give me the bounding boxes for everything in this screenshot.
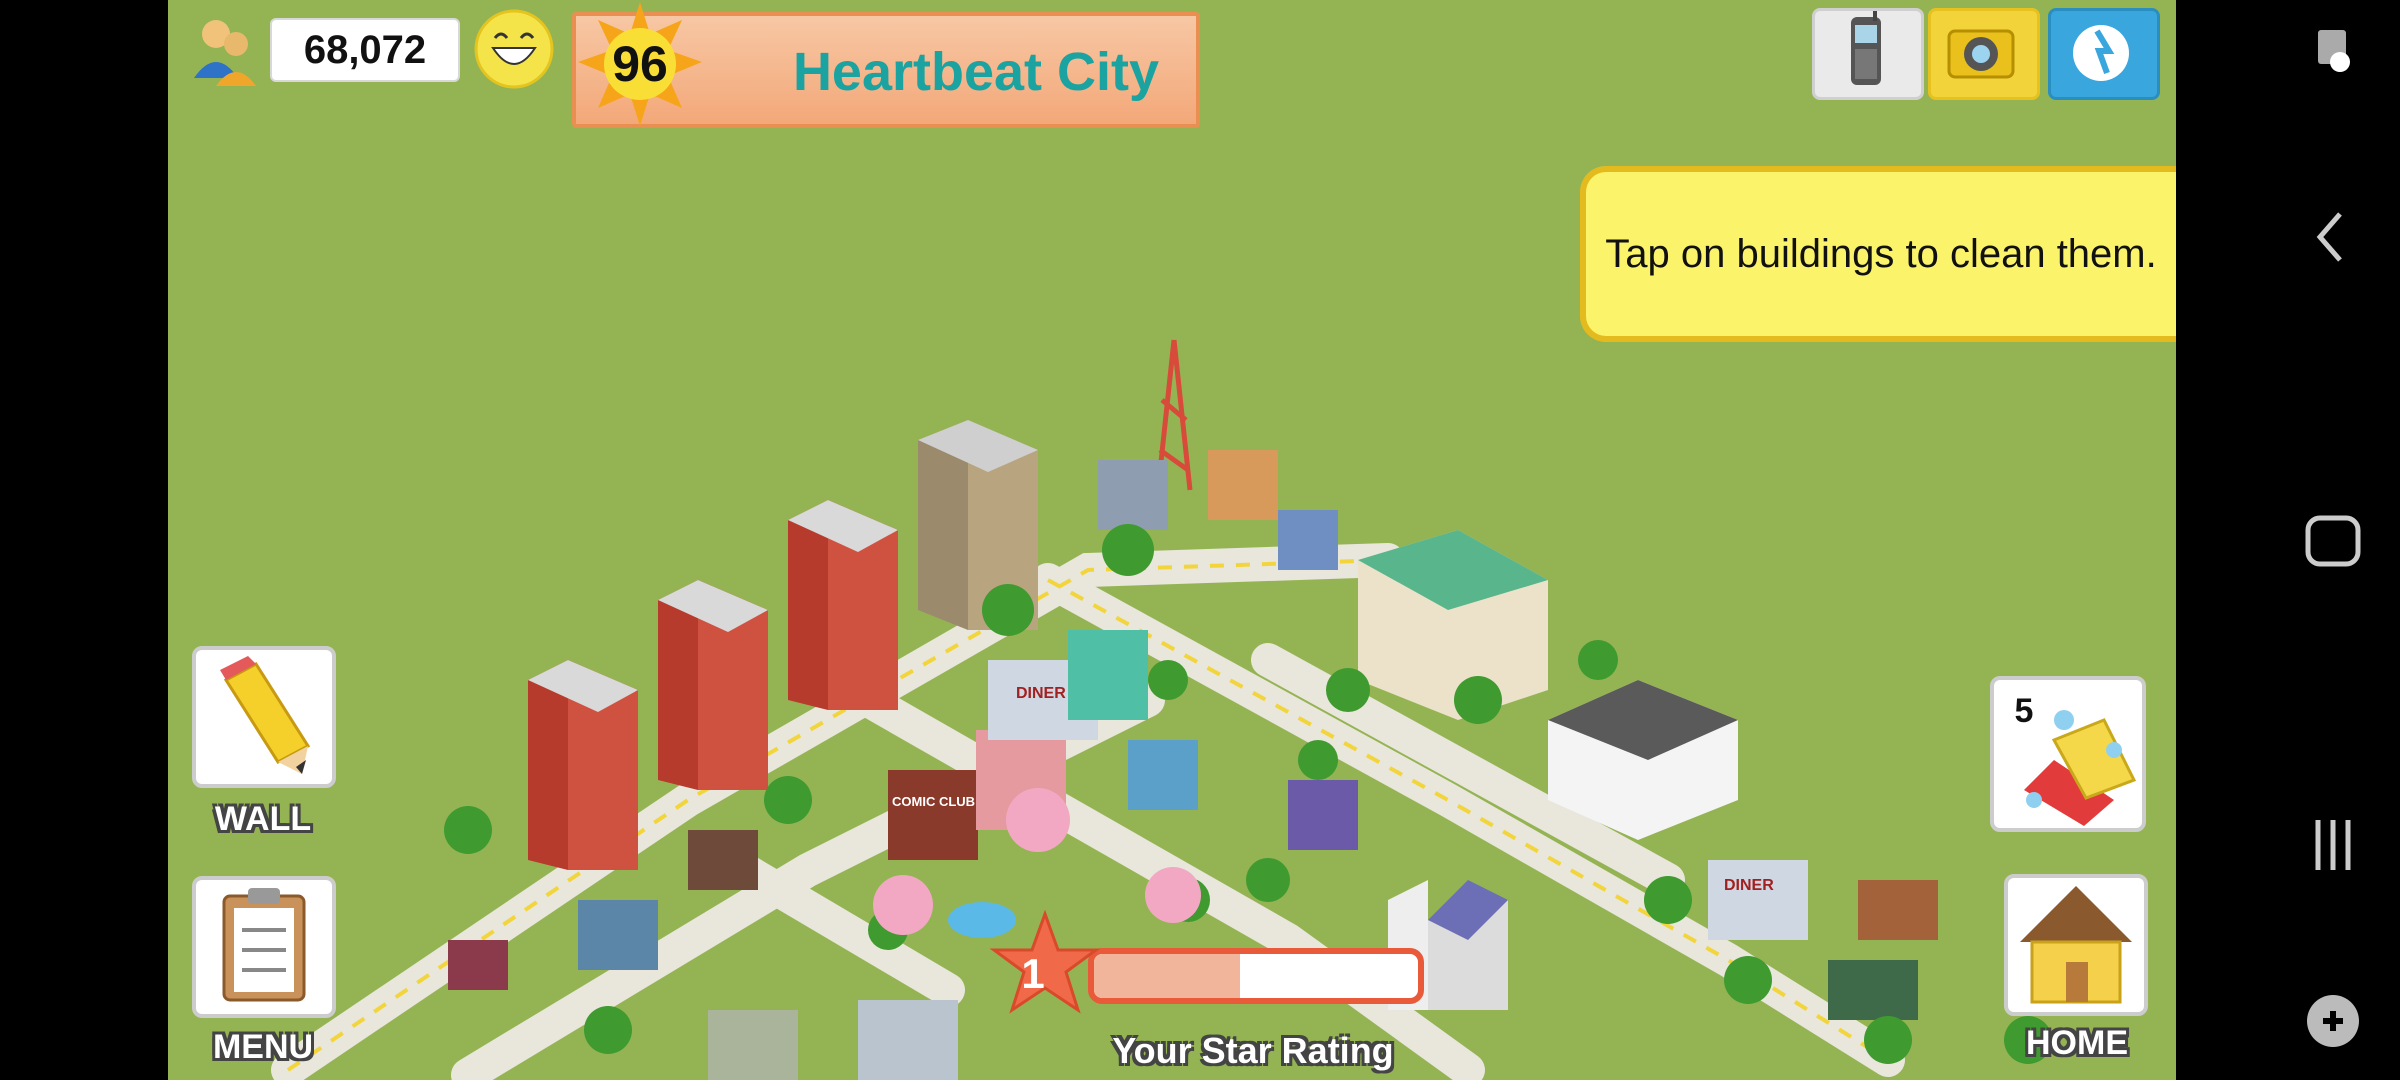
city-name: Heartbeat City [792, 42, 1160, 102]
clipboard-icon [222, 888, 306, 1002]
svg-text:COMIC CLUB: COMIC CLUB [892, 794, 975, 809]
level-number: 96 [612, 36, 668, 92]
phone-button[interactable] [1812, 8, 1924, 100]
svg-text:DINER: DINER [1724, 877, 1774, 894]
game-view[interactable]: DINER DINER COMIC CLUB 68,072 Heartbeat … [168, 0, 2176, 1080]
clock-building [1128, 740, 1198, 810]
menu-label: MENU [212, 1028, 314, 1066]
building-top-1 [1098, 460, 1168, 530]
population-count: 68,072 [270, 18, 460, 82]
social-button[interactable] [2048, 8, 2160, 100]
clean-count: 5 [2014, 692, 2034, 730]
building-top-3 [1278, 510, 1338, 570]
phone-icon [1851, 11, 1881, 85]
population-display: 68,072 [182, 16, 460, 86]
building-top-2 [1208, 450, 1278, 520]
home-label: HOME [2026, 1024, 2128, 1062]
hospital-building [1358, 530, 1548, 720]
hint-text: Tap on buildings to clean them. [1605, 232, 2157, 276]
system-nav-bar [2176, 0, 2400, 1080]
home-button[interactable] [2004, 874, 2148, 1016]
building-bottom-1 [858, 1000, 958, 1080]
game-tools-icon[interactable] [2176, 976, 2400, 1066]
house-4 [578, 900, 658, 970]
menu-button[interactable] [192, 876, 336, 1018]
star-rating-value: 1 [1021, 950, 1045, 997]
population-icon [194, 20, 256, 86]
house-5 [448, 940, 508, 990]
star-rating-progress [1094, 954, 1240, 998]
back-icon[interactable] [2176, 192, 2400, 282]
house-1 [1858, 880, 1938, 940]
house-icon [2020, 886, 2132, 1004]
star-rating-label: Your Star Rating [1112, 1030, 1394, 1071]
svg-text:DINER: DINER [1016, 685, 1066, 702]
tower-3 [788, 500, 898, 710]
recents-icon[interactable] [2176, 800, 2400, 890]
wall-button[interactable] [192, 646, 336, 788]
wall-label: WALL [214, 800, 312, 838]
star-rating-bar [1088, 948, 1424, 1004]
tower-2 [658, 580, 768, 790]
social-icon [2073, 25, 2129, 81]
pencil-icon [220, 656, 311, 774]
city-map[interactable]: DINER DINER COMIC CLUB [168, 0, 2176, 1080]
screenshot-icon[interactable] [2176, 10, 2400, 100]
house-2 [1828, 960, 1918, 1020]
hint-tooltip: Tap on buildings to clean them. [1580, 166, 2176, 342]
camera-icon [1947, 29, 2015, 79]
house-6 [1288, 780, 1358, 850]
building-bottom-2 [708, 1010, 798, 1080]
happiness-smiley-icon[interactable] [473, 8, 555, 90]
tower-1 [528, 660, 638, 870]
diner-building-2 [1708, 860, 1808, 940]
home-nav-icon[interactable] [2176, 496, 2400, 586]
house-3 [688, 830, 758, 890]
camera-button[interactable] [1928, 8, 2040, 100]
